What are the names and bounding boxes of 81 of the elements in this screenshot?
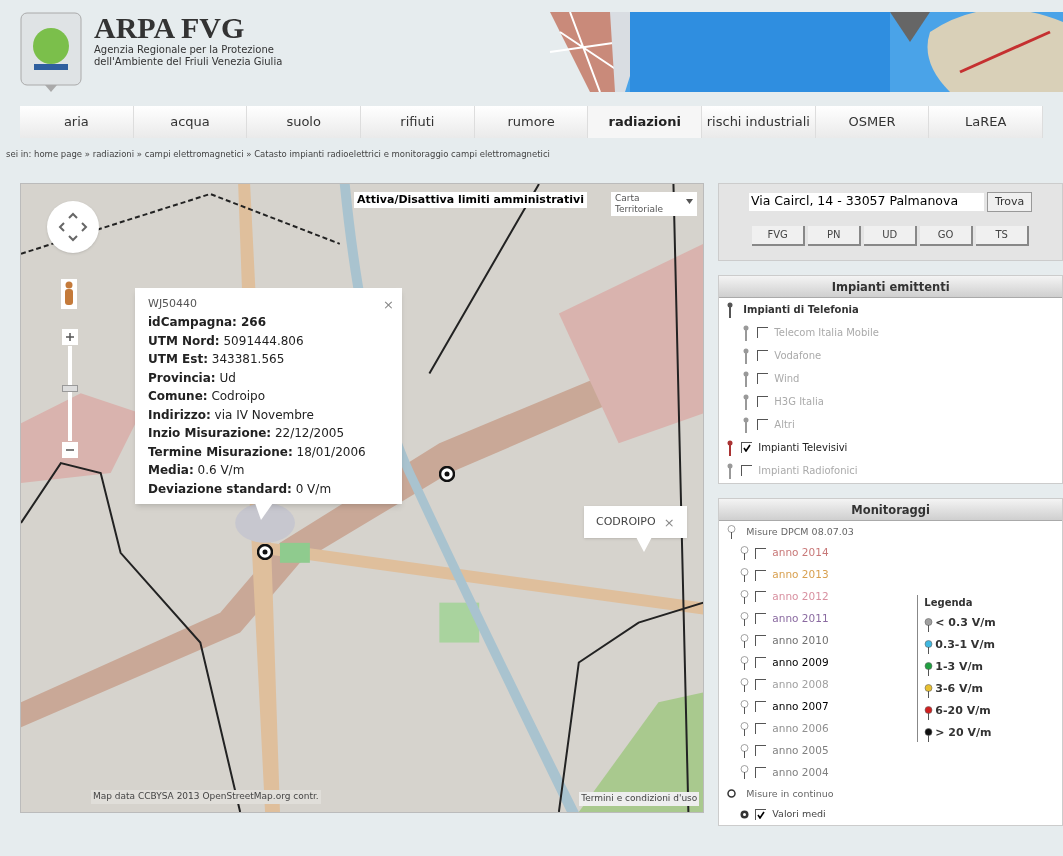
pin-icon (740, 677, 750, 692)
area-button[interactable]: FVG (752, 225, 806, 246)
year-label[interactable]: anno 2004 (772, 764, 829, 781)
site-title: ARPA FVG (94, 12, 246, 44)
site-subtitle: dell'Ambiente del Friuli Venezia Giulia (94, 56, 284, 68)
terms-link[interactable]: Termini e condizioni d'uso (579, 792, 700, 806)
map-attribution: Map data CCBYSA 2013 OpenStreetMap.org contr. (91, 790, 321, 804)
person-icon[interactable] (61, 278, 77, 309)
legend-label: 1-3 V/m (935, 659, 984, 676)
logo-icon (20, 12, 82, 92)
layer-label[interactable]: Valori medi (772, 806, 826, 822)
panel-header: Impianti emittenti (719, 275, 1062, 298)
nav-tab[interactable]: radiazioni (588, 106, 703, 138)
pin-icon (740, 589, 750, 604)
area-button[interactable]: UD (864, 225, 918, 246)
nav-tab[interactable]: OSMER (815, 106, 930, 138)
map-type-dropdown[interactable]: Carta Territoriale (611, 191, 697, 216)
nav-tab[interactable]: suolo (247, 106, 361, 138)
popup-field: UTM Nord: 5091444.806 (148, 331, 394, 351)
popup-field: idCampagna: 266 (148, 313, 394, 332)
site-subtitle: Agenzia Regionale per la Protezione (94, 44, 275, 56)
popup-field: Indirizzo: via IV Novembre (148, 405, 394, 425)
map-marker[interactable] (257, 543, 273, 560)
nav-tab[interactable]: aria (20, 106, 134, 138)
place-name: CODROIPO (596, 513, 656, 530)
group-label: Impianti di Telefonia (743, 303, 859, 318)
year-label[interactable]: anno 2014 (772, 545, 829, 561)
area-button[interactable]: TS (976, 225, 1030, 246)
pin-icon (740, 546, 750, 561)
legend-label: 0.3-1 V/m (935, 637, 995, 654)
popup-field: Deviazione standard: 0 V/m (148, 479, 394, 499)
checkbox[interactable] (755, 808, 767, 820)
nav-tab[interactable]: acqua (133, 106, 248, 138)
popup-field: UTM Est: 343381.565 (148, 350, 394, 369)
year-label[interactable]: anno 2010 (772, 632, 829, 649)
year-label[interactable]: anno 2005 (772, 742, 829, 759)
pin-icon (740, 655, 750, 670)
year-label[interactable]: anno 2007 (772, 698, 829, 715)
area-button[interactable]: PN (808, 225, 862, 246)
pin-icon (740, 765, 750, 780)
arrows-icon (57, 210, 89, 243)
legend-label: 3-6 V/m (935, 681, 984, 698)
pin-icon (740, 568, 750, 582)
address-field[interactable]: Via Caircl, 14 - 33057 Palmanova (748, 192, 984, 211)
popup-field: Inzio Misurazione: 22/12/2005 (148, 424, 394, 443)
popup-field: Comune: Codroipo (148, 387, 394, 406)
caret-icon (686, 198, 693, 204)
circle-icon (727, 789, 737, 799)
layer-label[interactable]: Impianti Televisivi (758, 440, 848, 456)
close-button[interactable]: × (383, 294, 394, 314)
popup-field: Provincia: Ud (148, 368, 394, 388)
popup-field: Termine Misurazione: 18/01/2006 (148, 442, 394, 462)
area-button[interactable]: GO (920, 225, 974, 246)
nav-tab[interactable]: rifiuti (361, 106, 475, 138)
pin-icon (740, 633, 750, 648)
pin-icon (740, 743, 750, 758)
panel-header: Monitoraggi (719, 498, 1062, 521)
target-icon (740, 809, 750, 819)
plus-icon (66, 332, 74, 341)
zoom-slider[interactable] (62, 345, 78, 441)
legend-title: Legenda (924, 595, 974, 610)
legend-label: > 20 V/m (935, 725, 992, 742)
group-label: Misure in continuo (746, 786, 834, 801)
map-marker[interactable] (439, 465, 455, 482)
group-label: Misure DPCM 08.07.03 (746, 524, 854, 539)
legend-label: 6-20 V/m (935, 703, 991, 720)
popup-field: Media: 0.6 V/m (148, 461, 394, 480)
close-button[interactable]: × (663, 515, 675, 529)
nav-tab[interactable]: LaREA (929, 106, 1044, 138)
pin-icon (740, 721, 750, 736)
zoom-handle[interactable] (62, 385, 78, 393)
nav-tab[interactable]: rischi industriali (702, 106, 816, 138)
breadcrumb: sei in: home page » radiazioni » campi elettromagnetici » Catasto impianti radioelettrici e monitoraggio campi elettromagnetici (6, 148, 551, 161)
pin-icon (740, 699, 750, 714)
legend-label: < 0.3 V/m (935, 615, 996, 632)
find-button[interactable]: Trova (986, 191, 1033, 212)
pin-icon (740, 611, 750, 626)
year-label[interactable]: anno 2011 (772, 611, 829, 627)
year-label[interactable]: anno 2009 (772, 654, 829, 671)
station-code: WJ50440 (148, 295, 198, 312)
pin-icon (727, 524, 737, 539)
